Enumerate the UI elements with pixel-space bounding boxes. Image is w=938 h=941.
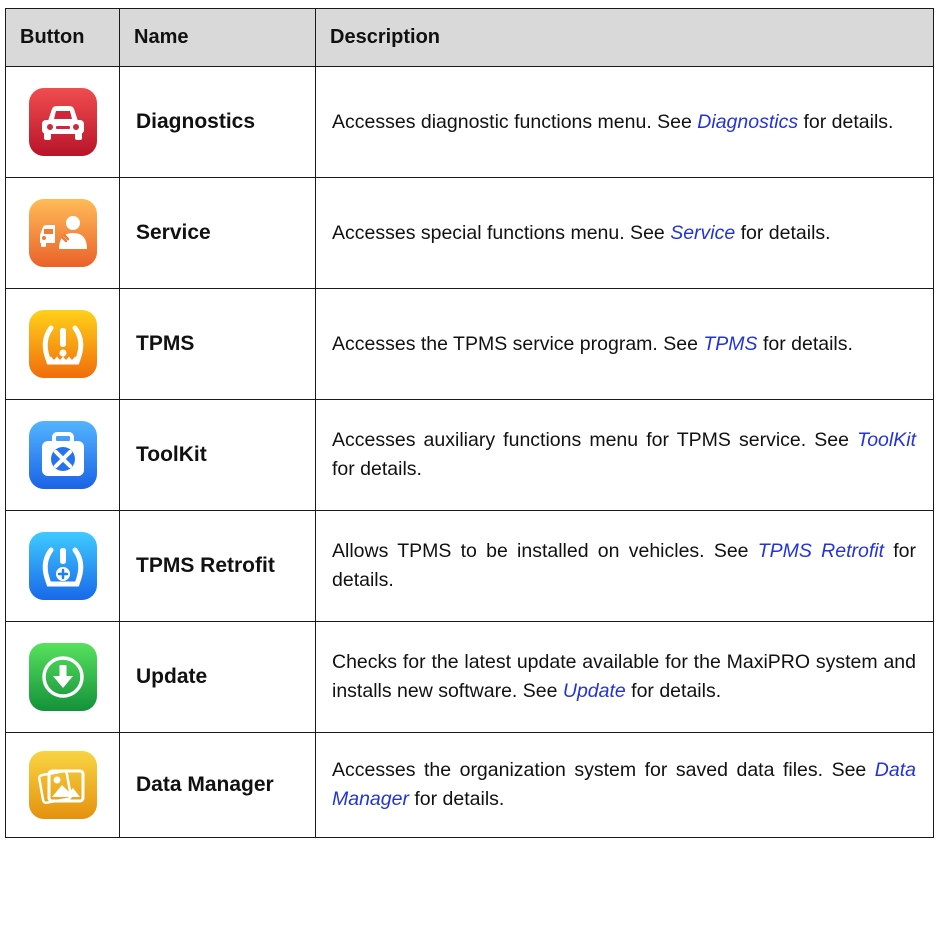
table-row: TPMS Accesses the TPMS service program. … xyxy=(5,288,934,400)
header-description: Description xyxy=(315,8,934,67)
button-reference-table: Button Name Description Diagnostics Acce… xyxy=(5,8,934,838)
button-cell xyxy=(5,621,120,733)
table-row: ToolKit Accesses auxiliary functions men… xyxy=(5,399,934,511)
download-arrow-icon[interactable] xyxy=(28,643,97,711)
row-description: Accesses special functions menu. See Ser… xyxy=(315,177,934,289)
row-name: Diagnostics xyxy=(119,66,316,178)
row-name: Service xyxy=(119,177,316,289)
link-service[interactable]: Service xyxy=(670,222,735,244)
row-description: Accesses auxiliary functions menu for TP… xyxy=(315,399,934,511)
link-update[interactable]: Update xyxy=(563,680,626,702)
row-description: Accesses the TPMS service program. See T… xyxy=(315,288,934,400)
table-header-row: Button Name Description xyxy=(5,8,934,67)
button-cell xyxy=(5,732,120,838)
photo-folder-icon[interactable] xyxy=(28,751,97,819)
link-tpms[interactable]: TPMS xyxy=(703,333,757,355)
row-description: Checks for the latest update available f… xyxy=(315,621,934,733)
header-name: Name xyxy=(119,8,316,67)
tire-pressure-warning-icon[interactable] xyxy=(28,310,97,378)
row-description: Accesses diagnostic functions menu. See … xyxy=(315,66,934,178)
table-row: TPMS Retrofit Allows TPMS to be installe… xyxy=(5,510,934,622)
toolbox-icon[interactable] xyxy=(28,421,97,489)
header-button: Button xyxy=(5,8,120,67)
row-name: TPMS Retrofit xyxy=(119,510,316,622)
link-tpms-retrofit[interactable]: TPMS Retrofit xyxy=(758,540,884,562)
button-cell xyxy=(5,399,120,511)
link-toolkit[interactable]: ToolKit xyxy=(857,429,916,451)
table-row: Diagnostics Accesses diagnostic function… xyxy=(5,66,934,178)
table-row: Data Manager Accesses the organization s… xyxy=(5,732,934,838)
row-description: Accesses the organization system for sav… xyxy=(315,732,934,838)
button-cell xyxy=(5,288,120,400)
row-name: Data Manager xyxy=(119,732,316,838)
row-name: Update xyxy=(119,621,316,733)
car-icon[interactable] xyxy=(28,88,97,156)
button-cell xyxy=(5,510,120,622)
tire-pressure-plus-icon[interactable] xyxy=(28,532,97,600)
button-cell xyxy=(5,66,120,178)
row-name: TPMS xyxy=(119,288,316,400)
row-name: ToolKit xyxy=(119,399,316,511)
table-row: Update Checks for the latest update avai… xyxy=(5,621,934,733)
link-diagnostics[interactable]: Diagnostics xyxy=(697,111,798,133)
car-service-person-icon[interactable] xyxy=(28,199,97,267)
row-description: Allows TPMS to be installed on vehicles.… xyxy=(315,510,934,622)
button-cell xyxy=(5,177,120,289)
table-row: Service Accesses special functions menu.… xyxy=(5,177,934,289)
